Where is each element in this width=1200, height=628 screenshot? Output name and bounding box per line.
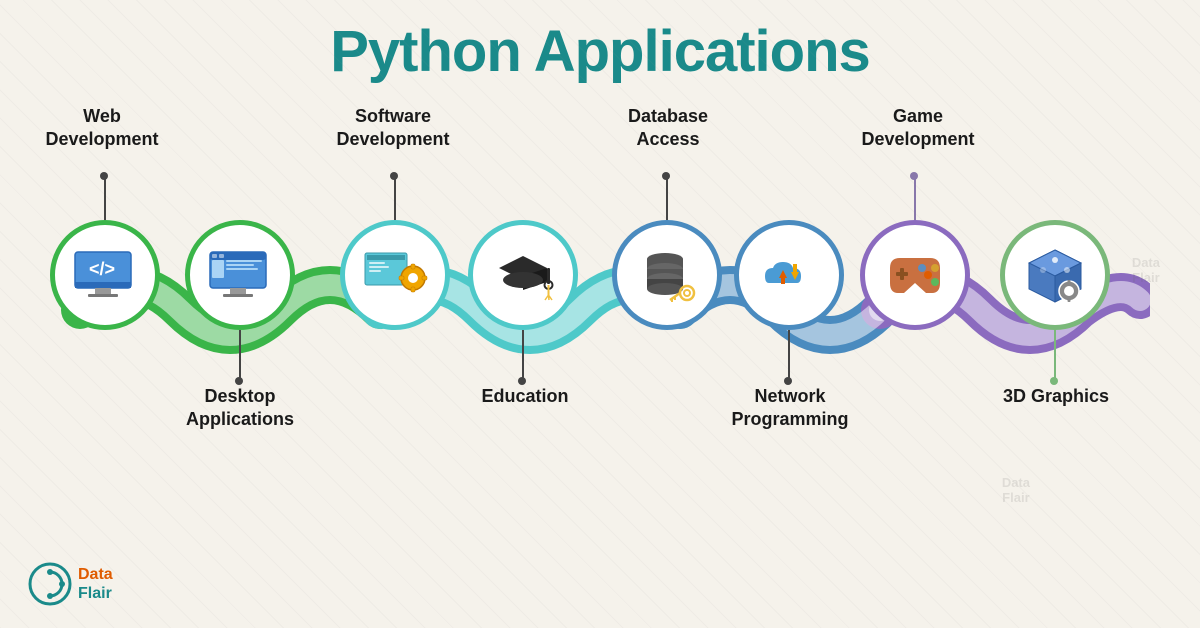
dot-desktop [235, 377, 243, 385]
label-database-access: DatabaseAccess [578, 105, 758, 150]
label-software-development: SoftwareDevelopment [298, 105, 488, 150]
dataflair-logo: Data Flair [28, 562, 113, 606]
label-desktop-applications: DesktopApplications [155, 385, 325, 430]
watermark-3: DataFlair [1132, 255, 1160, 285]
connector-game [914, 175, 916, 220]
label-education: Education [450, 385, 600, 408]
icon-network-programming [734, 220, 844, 330]
connector-software [394, 175, 396, 220]
connector-web-dev [104, 175, 106, 220]
svg-text:</>: </> [88, 259, 114, 279]
connector-database [666, 175, 668, 220]
dot-network [784, 377, 792, 385]
icon-3d-graphics [1000, 220, 1110, 330]
dataflair-brand-text: Data Flair [78, 565, 113, 603]
icon-web-development: </> [50, 220, 160, 330]
label-network-programming: NetworkProgramming [700, 385, 880, 430]
icon-software-development [340, 220, 450, 330]
dot-3d [1050, 377, 1058, 385]
dot-database [662, 172, 670, 180]
dot-web-dev [100, 172, 108, 180]
label-3d-graphics: 3D Graphics [976, 385, 1136, 408]
diagram-area: </> WebDevelopment DesktopApplications [0, 95, 1200, 525]
dot-software [390, 172, 398, 180]
watermark-2: DataFlair [1002, 475, 1030, 505]
connector-network [788, 330, 790, 380]
connector-3d [1054, 330, 1056, 380]
connector-desktop [239, 330, 241, 380]
connector-education [522, 330, 524, 380]
icon-education [468, 220, 578, 330]
dataflair-logo-icon [28, 562, 72, 606]
icon-game-development [860, 220, 970, 330]
label-game-development: GameDevelopment [828, 105, 1008, 150]
dot-game [910, 172, 918, 180]
icon-database-access [612, 220, 722, 330]
label-web-development: WebDevelopment [22, 105, 182, 150]
icon-desktop-applications [185, 220, 295, 330]
dot-education [518, 377, 526, 385]
